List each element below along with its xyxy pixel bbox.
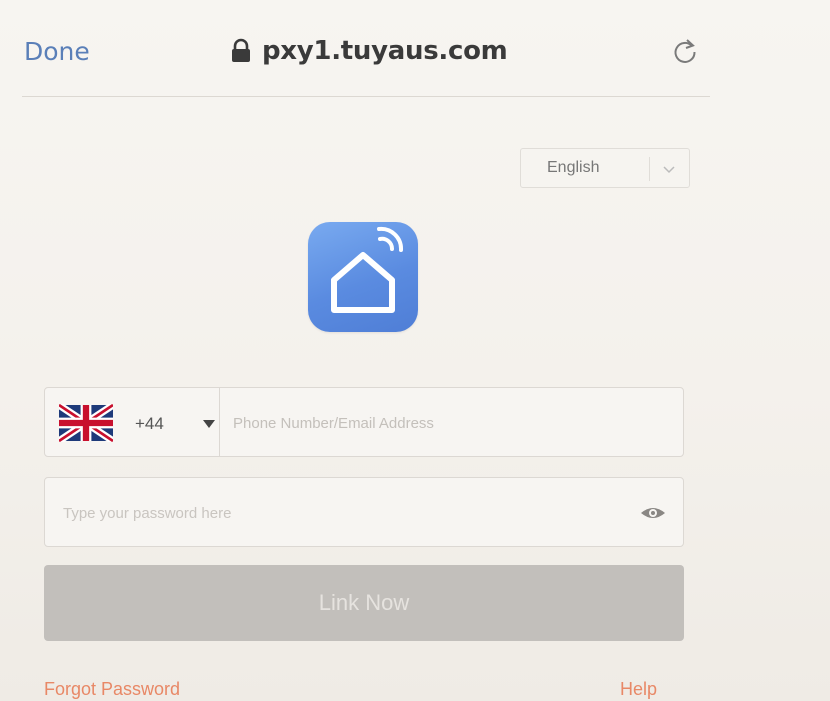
caret-down-icon[interactable] [203, 420, 215, 428]
help-link[interactable]: Help [620, 679, 657, 700]
address-bar[interactable]: pxy1.tuyaus.com [228, 36, 508, 66]
smart-home-icon [331, 226, 404, 313]
forgot-password-link[interactable]: Forgot Password [44, 679, 180, 700]
phone-field-group: +44 [44, 387, 684, 457]
link-now-button[interactable]: Link Now [44, 565, 684, 641]
divider [22, 96, 710, 97]
password-input[interactable] [61, 496, 625, 530]
language-divider [649, 157, 650, 181]
app-logo [308, 222, 418, 332]
done-button[interactable]: Done [24, 37, 90, 66]
phone-email-input[interactable] [231, 406, 675, 440]
eye-icon[interactable] [639, 503, 667, 523]
reload-icon[interactable] [670, 36, 700, 66]
password-field-group [44, 477, 684, 547]
country-code[interactable]: +44 [135, 414, 164, 434]
browser-top-bar: Done pxy1.tuyaus.com [0, 0, 830, 98]
language-label: English [547, 159, 600, 176]
field-divider [219, 388, 220, 456]
language-select[interactable]: English [520, 148, 690, 188]
chevron-down-icon [663, 166, 675, 174]
uk-flag-icon[interactable] [59, 404, 113, 442]
url-text: pxy1.tuyaus.com [262, 36, 508, 66]
lock-icon [232, 38, 250, 62]
